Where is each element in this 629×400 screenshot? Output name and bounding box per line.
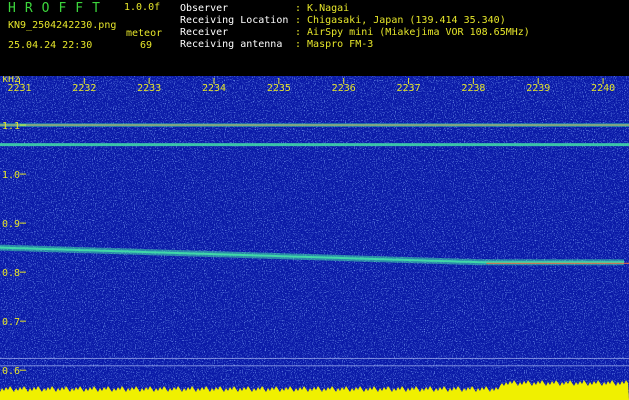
x-tick-label: 2231: [7, 83, 31, 94]
x-tick-label: 2240: [591, 83, 615, 94]
x-tick-label: 2238: [461, 83, 485, 94]
x-tick-label: 2237: [397, 83, 421, 94]
receiver-label: Receiver: [180, 27, 229, 38]
y-tick-label: 0.6: [2, 366, 20, 377]
y-tick-label: 0.9: [2, 219, 20, 230]
antenna-value: : Maspro FM-3: [295, 39, 374, 50]
header-panel: HROFFT 1.0.0f KN9_2504242230.png meteor …: [0, 0, 629, 76]
antenna-label: Receiving antenna: [180, 39, 283, 50]
location-value: : Chigasaki, Japan (139.414 35.340): [295, 15, 506, 26]
x-tick-label: 2239: [526, 83, 550, 94]
x-tick-label: 2236: [332, 83, 356, 94]
faint-line-1: [0, 365, 629, 367]
x-tick-label: 2232: [72, 83, 96, 94]
date-time: 25.04.24 22:30: [8, 40, 93, 51]
meteor-label: meteor: [126, 28, 163, 39]
meteor-count: 69: [140, 40, 153, 51]
carrier-line-core: [0, 124, 629, 126]
spectrogram-plot: kHz1.11.00.90.80.70.6 2231 2232 2233 2234 22…: [0, 76, 629, 400]
observer-label: Observer: [180, 3, 229, 14]
y-tick-label: 0.7: [2, 317, 20, 328]
location-label: Receiving Location: [180, 15, 289, 26]
version-label: 1.0.0f: [124, 2, 161, 13]
app-title: HROFFT: [8, 1, 109, 16]
carrier-line-1: [0, 143, 629, 147]
y-tick-label: 1.1: [2, 121, 20, 132]
x-tick-label: 2235: [267, 83, 291, 94]
y-tick-label: 1.0: [2, 170, 20, 181]
receiver-value: : AirSpy mini (Miakejima VOR 108.65MHz): [295, 27, 530, 38]
observer-value: : K.Nagai: [295, 3, 350, 14]
y-tick-label: 0.8: [2, 268, 20, 279]
x-tick-label: 2233: [137, 83, 161, 94]
file-name: KN9_2504242230.png: [8, 20, 117, 31]
faint-line-0: [0, 357, 629, 359]
x-tick-label: 2234: [202, 83, 226, 94]
